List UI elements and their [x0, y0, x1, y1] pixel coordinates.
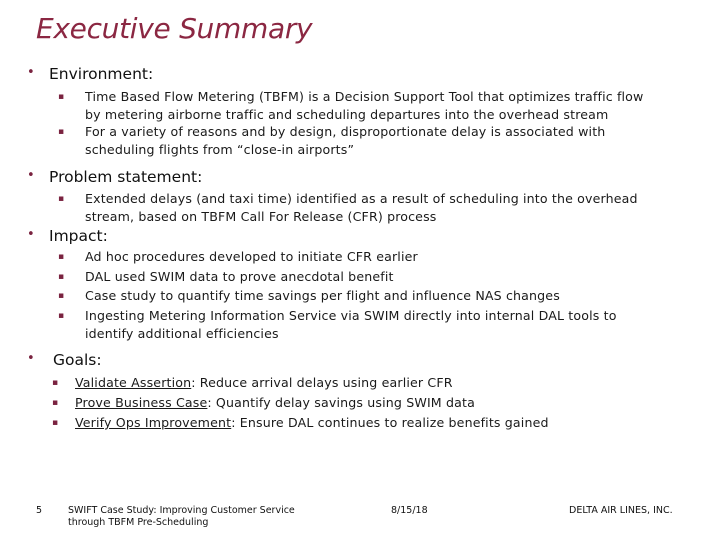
section-heading-problem-statement: • Problem statement:	[27, 168, 203, 186]
bullet-icon: •	[27, 227, 35, 242]
footer-company: DELTA AIR LINES, INC.	[569, 505, 673, 516]
goal-label: Validate Assertion	[75, 375, 192, 390]
sub-bullet-icon: ▪	[58, 311, 65, 321]
goal-label: Prove Business Case	[75, 395, 208, 410]
footer-date: 8/15/18	[391, 505, 428, 516]
sub-bullet-icon: ▪	[58, 92, 65, 102]
sub-bullet-icon: ▪	[52, 398, 59, 408]
sub-bullet-icon: ▪	[58, 272, 65, 282]
sub-bullet-icon: ▪	[52, 418, 59, 428]
section-heading-goals: • Goals:	[27, 351, 102, 369]
list-item: ▪ DAL used SWIM data to prove anecdotal …	[58, 269, 394, 284]
goal-label: Verify Ops Improvement	[75, 415, 232, 430]
sub-bullet-icon: ▪	[58, 194, 65, 204]
sub-bullet-icon: ▪	[52, 378, 59, 388]
sub-bullet-icon: ▪	[58, 291, 65, 301]
list-item: ▪ Case study to quantify time savings pe…	[58, 288, 560, 303]
page-number: 5	[36, 505, 43, 516]
list-item: ▪ Ingesting Metering Information Service…	[58, 308, 617, 341]
bullet-icon: •	[27, 351, 35, 366]
presentation-title: SWIFT Case Study: Improving Customer Ser…	[68, 505, 295, 528]
slide-title: Executive Summary	[36, 12, 313, 45]
sub-bullet-icon: ▪	[58, 127, 65, 137]
list-item: ▪ Validate Assertion: Reduce arrival del…	[52, 375, 453, 390]
section-heading-environment: • Environment:	[27, 65, 154, 83]
section-heading-impact: • Impact:	[27, 227, 108, 245]
list-item: ▪ For a variety of reasons and by design…	[58, 124, 606, 157]
list-item: ▪ Verify Ops Improvement: Ensure DAL con…	[52, 415, 549, 430]
list-item: ▪ Prove Business Case: Quantify delay sa…	[52, 395, 475, 410]
list-item: ▪ Extended delays (and taxi time) identi…	[58, 191, 638, 224]
bullet-icon: •	[27, 168, 35, 183]
bullet-icon: •	[27, 65, 35, 80]
sub-bullet-icon: ▪	[58, 252, 65, 262]
list-item: ▪ Time Based Flow Metering (TBFM) is a D…	[58, 89, 644, 122]
list-item: ▪ Ad hoc procedures developed to initiat…	[58, 249, 418, 264]
